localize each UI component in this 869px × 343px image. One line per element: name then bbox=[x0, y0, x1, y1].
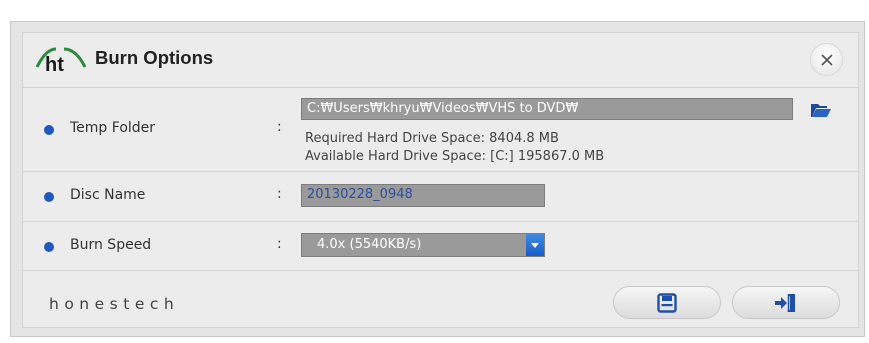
temp-folder-row: Temp Folder : C:₩Users₩khryu₩Videos₩VHS … bbox=[23, 89, 858, 172]
close-icon bbox=[820, 53, 833, 66]
disc-name-label: Disc Name bbox=[70, 187, 146, 203]
temp-folder-path-field[interactable]: C:₩Users₩khryu₩Videos₩VHS to DVD₩ bbox=[301, 98, 793, 120]
honestech-logo-icon: ht bbox=[35, 47, 87, 75]
burn-speed-selected-value: 4.0x (5540KB/s) bbox=[317, 237, 422, 252]
chevron-down-icon bbox=[531, 242, 539, 248]
temp-folder-label: Temp Folder bbox=[70, 120, 156, 136]
colon-separator: : bbox=[277, 119, 282, 135]
bullet-icon bbox=[44, 125, 54, 135]
disc-name-input[interactable]: 20130228_0948 bbox=[301, 184, 545, 207]
burn-options-dialog: ht Burn Options Temp Folder : C:₩Users₩k… bbox=[22, 32, 859, 328]
dialog-title: Burn Options bbox=[95, 47, 214, 68]
exit-button[interactable] bbox=[732, 286, 840, 319]
folder-open-icon bbox=[811, 104, 831, 117]
svg-text:ht: ht bbox=[45, 54, 64, 75]
save-button[interactable] bbox=[613, 286, 721, 319]
browse-folder-button[interactable] bbox=[806, 99, 836, 121]
brand-label: honestech bbox=[49, 295, 180, 313]
required-space-text: Required Hard Drive Space: 8404.8 MB bbox=[305, 131, 559, 146]
burn-speed-row: Burn Speed : 4.0x (5540KB/s) bbox=[23, 222, 858, 271]
colon-separator: : bbox=[277, 186, 282, 202]
exit-icon bbox=[775, 293, 795, 312]
dialog-header: ht Burn Options bbox=[23, 33, 858, 88]
dropdown-arrow-button[interactable] bbox=[526, 234, 544, 256]
burn-speed-dropdown[interactable]: 4.0x (5540KB/s) bbox=[301, 233, 545, 257]
save-icon bbox=[657, 292, 677, 313]
bullet-icon bbox=[44, 192, 54, 202]
burn-speed-label: Burn Speed bbox=[70, 237, 152, 253]
available-space-text: Available Hard Drive Space: [C:] 195867.… bbox=[305, 149, 605, 164]
close-button[interactable] bbox=[810, 43, 843, 76]
disc-name-row: Disc Name : 20130228_0948 bbox=[23, 172, 858, 222]
colon-separator: : bbox=[277, 236, 282, 252]
bullet-icon bbox=[44, 242, 54, 252]
